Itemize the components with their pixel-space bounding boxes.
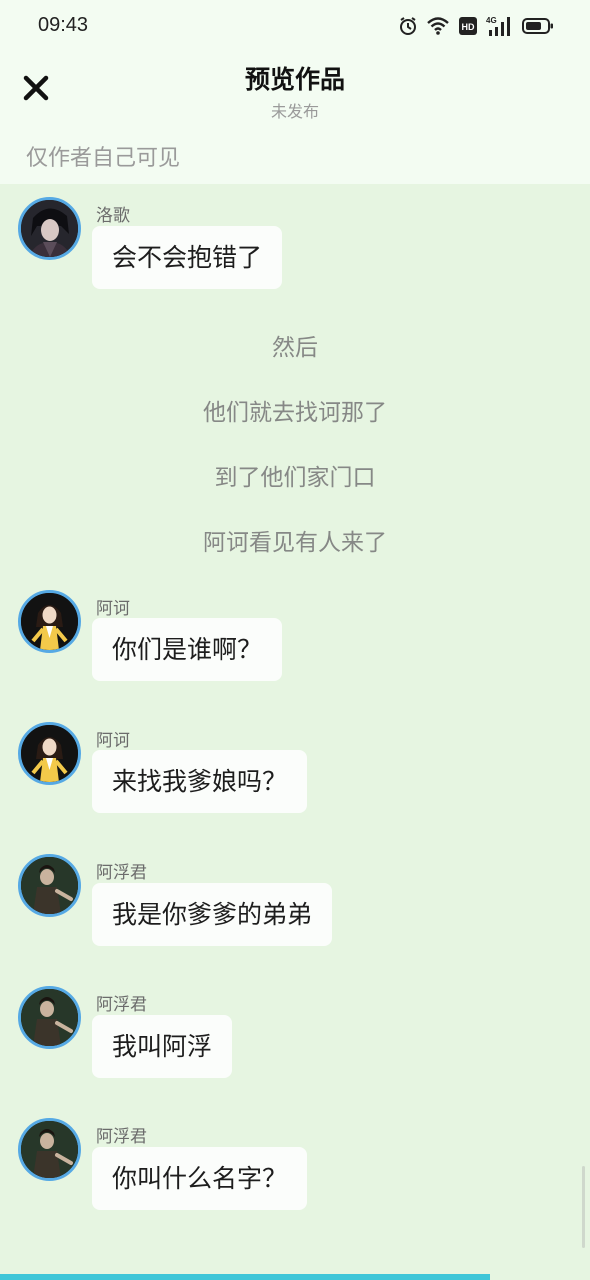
visibility-note: 仅作者自己可见	[26, 146, 181, 171]
chat-list[interactable]: 洛歌 会不会抱错了 然后 他们就去找诃那了 到了他们家门口 阿诃看见有人来了 阿…	[0, 184, 590, 1280]
header: 预览作品 未发布	[0, 52, 590, 132]
top-area: 09:43 HD 4G 预览作品 未发布 仅作者自己可见	[0, 0, 590, 184]
avatar-afujun[interactable]	[18, 1118, 81, 1181]
hd-icon: HD	[458, 16, 478, 36]
avatar-afujun[interactable]	[18, 854, 81, 917]
publish-status: 未发布	[270, 102, 319, 121]
avatar-ahe[interactable]	[18, 590, 81, 653]
status-icons: HD 4G	[398, 14, 554, 38]
signal-4g-icon: 4G	[486, 15, 514, 37]
scrollbar-thumb[interactable]	[582, 1166, 585, 1248]
page-title: 预览作品	[244, 65, 345, 94]
sender-name: 阿浮君	[96, 1127, 147, 1147]
narration-line: 阿诃看见有人来了	[203, 530, 387, 556]
message-bubble[interactable]: 会不会抱错了	[92, 226, 283, 289]
status-bar: 09:43 HD 4G	[0, 0, 590, 52]
reading-progress-fill	[0, 1274, 490, 1280]
narration-line: 然后	[272, 335, 318, 361]
narration-line: 他们就去找诃那了	[203, 400, 387, 426]
avatar-ahe[interactable]	[18, 722, 81, 785]
sender-name: 阿浮君	[96, 863, 147, 883]
status-time: 09:43	[38, 14, 89, 36]
avatar-afujun[interactable]	[18, 986, 81, 1049]
hd-label: HD	[462, 22, 475, 32]
alarm-icon	[398, 16, 418, 36]
sender-name: 阿诃	[96, 599, 130, 619]
network-label: 4G	[486, 16, 497, 25]
sender-name: 阿浮君	[96, 995, 147, 1015]
message-bubble[interactable]: 来找我爹娘吗？	[92, 750, 308, 813]
avatar-luoge[interactable]	[18, 197, 81, 260]
wifi-icon	[426, 16, 450, 36]
message-bubble[interactable]: 我是你爹爹的弟弟	[92, 883, 333, 946]
reading-progress-bar	[0, 1274, 590, 1280]
message-bubble[interactable]: 我叫阿浮	[92, 1015, 233, 1078]
message-bubble[interactable]: 你们是谁啊？	[92, 618, 283, 681]
sender-name: 阿诃	[96, 731, 130, 751]
narration-line: 到了他们家门口	[214, 465, 376, 491]
message-bubble[interactable]: 你叫什么名字？	[92, 1147, 308, 1210]
sender-name: 洛歌	[96, 206, 130, 226]
battery-icon	[522, 16, 554, 36]
